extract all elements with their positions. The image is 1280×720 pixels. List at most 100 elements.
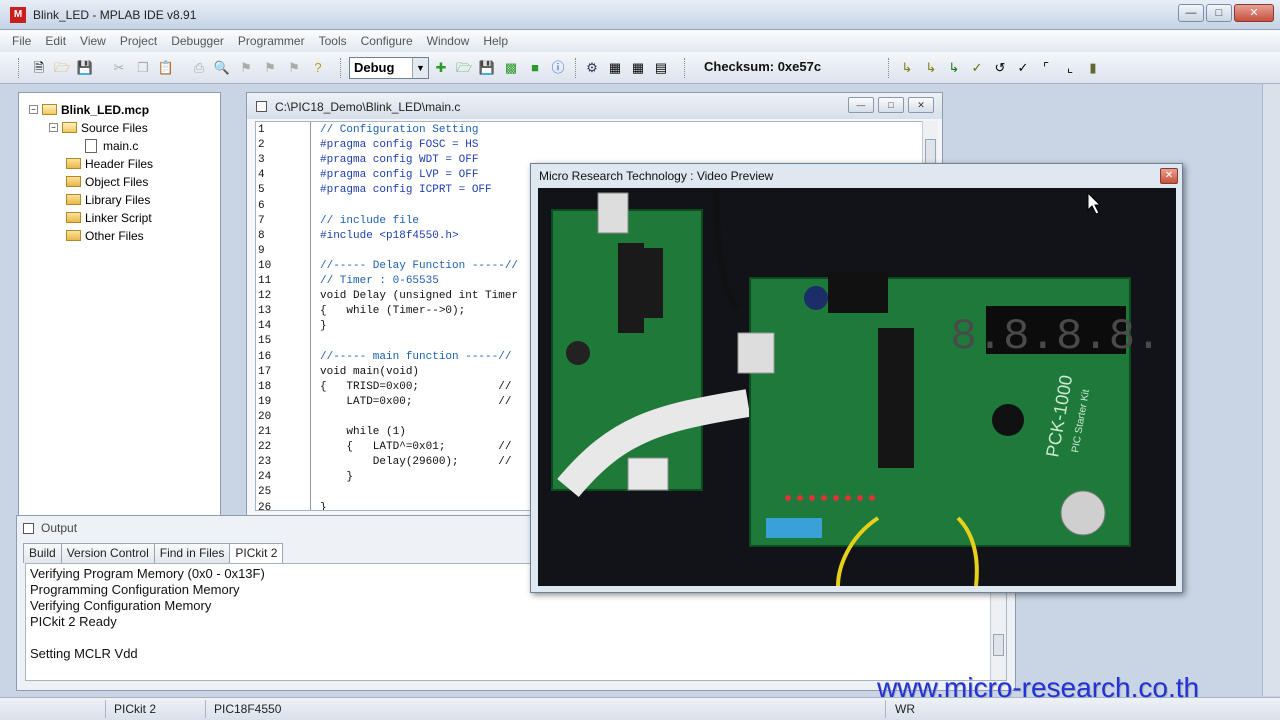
collapse-icon[interactable]: −	[29, 105, 38, 114]
view-registers-icon[interactable]: ▦	[629, 59, 647, 76]
tree-item-library-files[interactable]: Library Files	[66, 191, 150, 208]
tab-pickit-2[interactable]: PICkit 2	[229, 543, 284, 564]
minimize-button[interactable]: —	[1178, 4, 1204, 22]
cut-icon[interactable]: ✂	[110, 59, 128, 76]
output-line: Verifying Program Memory (0x0 - 0x13F)	[30, 566, 265, 581]
line-number: 10	[258, 259, 272, 272]
view-memory-icon[interactable]: ▦	[606, 59, 624, 76]
line-number: 3	[258, 154, 265, 167]
program-device-icon[interactable]: ↳	[898, 59, 916, 76]
code-line: // include file	[320, 214, 420, 227]
menu-edit[interactable]: Edit	[45, 34, 66, 48]
tree-item-label: Object Files	[85, 174, 149, 189]
board-photo: 8.8.8.8. PCK-1000 PIC Starter Kit	[551, 188, 1162, 586]
editor-close-button[interactable]: ✕	[908, 97, 934, 113]
menu-view[interactable]: View	[80, 34, 106, 48]
paste-icon[interactable]: 📋	[157, 59, 175, 76]
toolbar-grip	[684, 58, 687, 78]
programmer-chip	[618, 243, 644, 333]
tree-item-main-c[interactable]: main.c	[85, 137, 138, 154]
menu-tools[interactable]: Tools	[319, 34, 347, 48]
power-target-icon[interactable]: ▮	[1084, 59, 1102, 76]
toolbar-grip	[18, 58, 21, 78]
folder-icon	[66, 194, 81, 205]
read-device-icon[interactable]: ↳	[922, 59, 940, 76]
code-line: while (1)	[320, 426, 406, 438]
checksum-readout: Checksum: 0xe57c	[704, 59, 822, 74]
menu-project[interactable]: Project	[120, 34, 157, 48]
menu-configure[interactable]: Configure	[361, 34, 413, 48]
folder-icon	[66, 212, 81, 223]
menu-window[interactable]: Window	[427, 34, 470, 48]
save-project-icon[interactable]: 💾	[478, 59, 496, 76]
menu-programmer[interactable]: Programmer	[238, 34, 305, 48]
new-file-icon[interactable]: 🗎	[30, 59, 48, 76]
menu-debugger[interactable]: Debugger	[171, 34, 224, 48]
erase-device-icon[interactable]: ✓	[968, 59, 986, 76]
build-config-select[interactable]: Debug ▼	[349, 57, 429, 79]
usb-connector	[597, 192, 629, 234]
release-reset-icon[interactable]: ⌜	[1037, 59, 1055, 76]
find-icon[interactable]: 🔍	[213, 59, 231, 76]
tree-item-header-files[interactable]: Header Files	[66, 155, 153, 172]
print-icon[interactable]: ⎙	[190, 59, 208, 76]
line-number: 24	[258, 471, 272, 484]
code-line: LATD=0x00; //	[320, 395, 512, 408]
tree-item-source-files[interactable]: − Source Files	[49, 119, 148, 136]
hold-reset-icon[interactable]: ⌞	[1061, 59, 1079, 76]
tree-item-linker-script[interactable]: Linker Script	[66, 209, 152, 226]
chevron-down-icon[interactable]: ▼	[412, 58, 428, 78]
open-project-icon[interactable]: 🗁	[455, 59, 473, 76]
code-line: void Delay (unsigned int Timer	[320, 290, 519, 303]
check-icon[interactable]: ✓	[1014, 59, 1032, 76]
toolbar-grip	[340, 58, 343, 78]
buzzer	[992, 404, 1024, 436]
coin-battery	[1060, 490, 1106, 536]
menu-file[interactable]: File	[12, 34, 31, 48]
code-line: #pragma config ICPRT = OFF	[320, 184, 492, 197]
line-number: 1	[258, 124, 265, 136]
copy-icon[interactable]: ❐	[134, 59, 152, 76]
new-project-icon[interactable]: ✚	[432, 59, 450, 76]
tab-version-control[interactable]: Version Control	[60, 543, 155, 563]
tab-find-in-files[interactable]: Find in Files	[153, 543, 231, 563]
video-close-button[interactable]: ✕	[1160, 168, 1178, 184]
blank-check-icon[interactable]: ↺	[991, 59, 1009, 76]
docking-edge	[1262, 84, 1280, 696]
line-number: 9	[258, 244, 265, 257]
window-controls: — □ ✕	[1178, 4, 1274, 22]
editor-title-bar: C:\PIC18_Demo\Blink_LED\main.c — □ ✕	[247, 93, 942, 119]
project-name: Blink_LED.mcp	[61, 102, 150, 117]
close-button[interactable]: ✕	[1234, 4, 1274, 22]
verify-device-icon[interactable]: ↳	[945, 59, 963, 76]
tree-item-object-files[interactable]: Object Files	[66, 173, 148, 190]
bookmark-prev-icon[interactable]: ⚑	[237, 59, 255, 76]
line-number-gutter: 1 2 3 4 5 6 7 8 9 10 11 12 13 14 15 16 17 18 19 20 21 22 23 24 2…	[256, 122, 311, 510]
menu-help[interactable]: Help	[483, 34, 508, 48]
mplab-icon: M	[10, 7, 26, 23]
help-icon[interactable]: ?	[309, 59, 327, 76]
line-number: 12	[258, 290, 272, 303]
info-icon[interactable]: ⓘ	[549, 59, 567, 76]
scroll-thumb[interactable]	[993, 634, 1004, 656]
program-memory-icon[interactable]: ⚙	[583, 59, 601, 76]
make-icon[interactable]: ■	[526, 59, 544, 76]
code-line: }	[320, 471, 354, 484]
window-title: Blink_LED - MPLAB IDE v8.91	[33, 8, 197, 22]
build-icon[interactable]: ▩	[502, 59, 520, 76]
editor-maximize-button[interactable]: □	[878, 97, 904, 113]
tab-build[interactable]: Build	[23, 543, 62, 563]
bookmark-icon[interactable]: ⚑	[261, 59, 279, 76]
bookmark-next-icon[interactable]: ⚑	[285, 59, 303, 76]
collapse-icon[interactable]: −	[49, 123, 58, 132]
editor-minimize-button[interactable]: —	[848, 97, 874, 113]
open-folder-icon[interactable]: 🗁	[53, 59, 71, 76]
tree-root[interactable]: − Blink_LED.mcp	[29, 101, 149, 118]
line-number: 18	[258, 380, 272, 393]
maximize-button[interactable]: □	[1206, 4, 1232, 22]
save-icon[interactable]: 💾	[76, 59, 94, 76]
project-window: − Blink_LED.mcp − Source Files main.c He…	[18, 92, 221, 516]
usb-b-connector	[627, 457, 669, 491]
view-watch-icon[interactable]: ▤	[652, 59, 670, 76]
tree-item-other-files[interactable]: Other Files	[66, 227, 144, 244]
